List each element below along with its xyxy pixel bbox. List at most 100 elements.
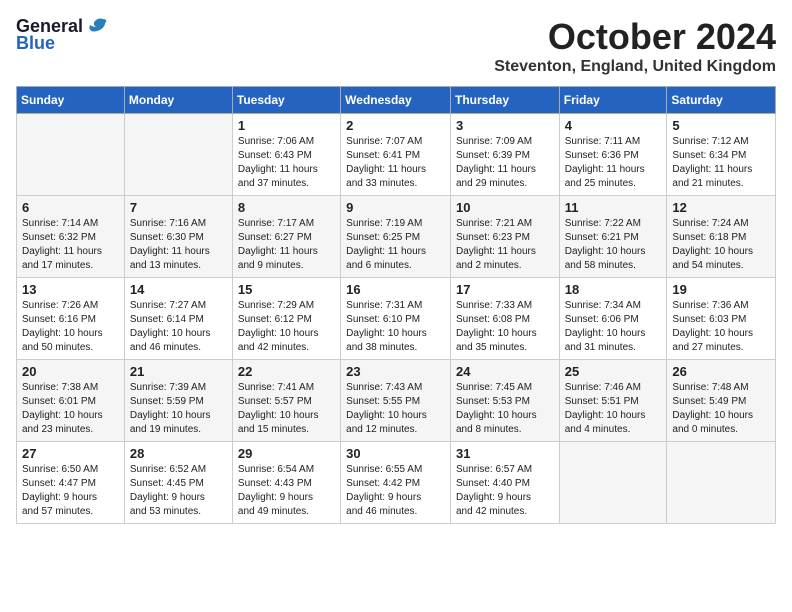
- day-detail: Sunrise: 6:50 AM Sunset: 4:47 PM Dayligh…: [22, 464, 98, 517]
- day-detail: Sunrise: 7:14 AM Sunset: 6:32 PM Dayligh…: [22, 218, 102, 271]
- day-detail: Sunrise: 7:38 AM Sunset: 6:01 PM Dayligh…: [22, 382, 103, 435]
- day-detail: Sunrise: 7:11 AM Sunset: 6:36 PM Dayligh…: [565, 136, 645, 189]
- day-detail: Sunrise: 7:07 AM Sunset: 6:41 PM Dayligh…: [346, 136, 426, 189]
- day-cell: 16 Sunrise: 7:31 AM Sunset: 6:10 PM Dayli…: [341, 278, 451, 360]
- day-number: 13: [22, 282, 119, 297]
- day-detail: Sunrise: 7:31 AM Sunset: 6:10 PM Dayligh…: [346, 300, 427, 353]
- header-monday: Monday: [124, 87, 232, 114]
- day-detail: Sunrise: 7:26 AM Sunset: 6:16 PM Dayligh…: [22, 300, 103, 353]
- day-number: 8: [238, 200, 335, 215]
- day-cell: 5 Sunrise: 7:12 AM Sunset: 6:34 PM Daylig…: [667, 114, 776, 196]
- day-number: 12: [672, 200, 770, 215]
- day-detail: Sunrise: 7:21 AM Sunset: 6:23 PM Dayligh…: [456, 218, 536, 271]
- day-cell: 8Sunrise: 7:17 AM Sunset: 6:27 PM Daylig…: [232, 196, 340, 278]
- day-number: 20: [22, 364, 119, 379]
- day-cell: 11 Sunrise: 7:22 AM Sunset: 6:21 PM Dayli…: [559, 196, 667, 278]
- day-detail: Sunrise: 6:52 AM Sunset: 4:45 PM Dayligh…: [130, 464, 206, 517]
- week-row-3: 13 Sunrise: 7:26 AM Sunset: 6:16 PM Dayli…: [17, 278, 776, 360]
- header-sunday: Sunday: [17, 87, 125, 114]
- day-number: 4: [565, 118, 662, 133]
- day-cell: 1 Sunrise: 7:06 AM Sunset: 6:43 PM Daylig…: [232, 114, 340, 196]
- day-number: 30: [346, 446, 445, 461]
- day-cell: 3Sunrise: 7:09 AM Sunset: 6:39 PM Daylig…: [450, 114, 559, 196]
- day-cell: 25 Sunrise: 7:46 AM Sunset: 5:51 PM Dayli…: [559, 360, 667, 442]
- day-detail: Sunrise: 7:36 AM Sunset: 6:03 PM Dayligh…: [672, 300, 753, 353]
- day-detail: Sunrise: 7:22 AM Sunset: 6:21 PM Dayligh…: [565, 218, 646, 271]
- day-number: 27: [22, 446, 119, 461]
- week-row-2: 6 Sunrise: 7:14 AM Sunset: 6:32 PM Daylig…: [17, 196, 776, 278]
- day-cell: 6 Sunrise: 7:14 AM Sunset: 6:32 PM Daylig…: [17, 196, 125, 278]
- location: Steventon, England, United Kingdom: [494, 58, 776, 76]
- day-detail: Sunrise: 7:34 AM Sunset: 6:06 PM Dayligh…: [565, 300, 646, 353]
- day-detail: Sunrise: 7:12 AM Sunset: 6:34 PM Dayligh…: [672, 136, 752, 189]
- logo-bird-icon: [85, 17, 107, 35]
- day-cell: 24 Sunrise: 7:45 AM Sunset: 5:53 PM Dayli…: [450, 360, 559, 442]
- day-cell: [124, 114, 232, 196]
- day-number: 1: [238, 118, 335, 133]
- day-number: 21: [130, 364, 227, 379]
- day-detail: Sunrise: 7:41 AM Sunset: 5:57 PM Dayligh…: [238, 382, 319, 435]
- day-number: 9: [346, 200, 445, 215]
- day-number: 15: [238, 282, 335, 297]
- header-wednesday: Wednesday: [341, 87, 451, 114]
- week-row-1: 1 Sunrise: 7:06 AM Sunset: 6:43 PM Daylig…: [17, 114, 776, 196]
- day-number: 11: [565, 200, 662, 215]
- day-detail: Sunrise: 6:57 AM Sunset: 4:40 PM Dayligh…: [456, 464, 532, 517]
- header-thursday: Thursday: [450, 87, 559, 114]
- day-detail: Sunrise: 7:46 AM Sunset: 5:51 PM Dayligh…: [565, 382, 646, 435]
- day-cell: 9 Sunrise: 7:19 AM Sunset: 6:25 PM Daylig…: [341, 196, 451, 278]
- day-cell: 14 Sunrise: 7:27 AM Sunset: 6:14 PM Dayli…: [124, 278, 232, 360]
- day-number: 26: [672, 364, 770, 379]
- week-row-5: 27 Sunrise: 6:50 AM Sunset: 4:47 PM Dayli…: [17, 442, 776, 524]
- day-number: 14: [130, 282, 227, 297]
- day-detail: Sunrise: 6:54 AM Sunset: 4:43 PM Dayligh…: [238, 464, 314, 517]
- day-detail: Sunrise: 7:33 AM Sunset: 6:08 PM Dayligh…: [456, 300, 537, 353]
- day-number: 23: [346, 364, 445, 379]
- day-detail: Sunrise: 7:45 AM Sunset: 5:53 PM Dayligh…: [456, 382, 537, 435]
- day-cell: 18Sunrise: 7:34 AM Sunset: 6:06 PM Dayli…: [559, 278, 667, 360]
- day-number: 7: [130, 200, 227, 215]
- day-number: 31: [456, 446, 554, 461]
- day-cell: 13 Sunrise: 7:26 AM Sunset: 6:16 PM Dayli…: [17, 278, 125, 360]
- month-title: October 2024: [494, 16, 776, 58]
- day-cell: 12 Sunrise: 7:24 AM Sunset: 6:18 PM Dayli…: [667, 196, 776, 278]
- day-number: 25: [565, 364, 662, 379]
- day-detail: Sunrise: 7:06 AM Sunset: 6:43 PM Dayligh…: [238, 136, 318, 189]
- day-cell: 17 Sunrise: 7:33 AM Sunset: 6:08 PM Dayli…: [450, 278, 559, 360]
- day-cell: 21 Sunrise: 7:39 AM Sunset: 5:59 PM Dayli…: [124, 360, 232, 442]
- day-cell: 7 Sunrise: 7:16 AM Sunset: 6:30 PM Daylig…: [124, 196, 232, 278]
- day-cell: [559, 442, 667, 524]
- header-saturday: Saturday: [667, 87, 776, 114]
- day-cell: 23 Sunrise: 7:43 AM Sunset: 5:55 PM Dayli…: [341, 360, 451, 442]
- day-cell: 30 Sunrise: 6:55 AM Sunset: 4:42 PM Dayli…: [341, 442, 451, 524]
- day-number: 2: [346, 118, 445, 133]
- day-detail: Sunrise: 7:09 AM Sunset: 6:39 PM Dayligh…: [456, 136, 536, 189]
- day-number: 5: [672, 118, 770, 133]
- day-cell: 4 Sunrise: 7:11 AM Sunset: 6:36 PM Daylig…: [559, 114, 667, 196]
- day-cell: 10 Sunrise: 7:21 AM Sunset: 6:23 PM Dayli…: [450, 196, 559, 278]
- day-cell: 2 Sunrise: 7:07 AM Sunset: 6:41 PM Daylig…: [341, 114, 451, 196]
- day-cell: 20 Sunrise: 7:38 AM Sunset: 6:01 PM Dayli…: [17, 360, 125, 442]
- day-cell: [667, 442, 776, 524]
- day-detail: Sunrise: 7:27 AM Sunset: 6:14 PM Dayligh…: [130, 300, 211, 353]
- day-cell: 27 Sunrise: 6:50 AM Sunset: 4:47 PM Dayli…: [17, 442, 125, 524]
- day-cell: 28Sunrise: 6:52 AM Sunset: 4:45 PM Dayli…: [124, 442, 232, 524]
- day-number: 6: [22, 200, 119, 215]
- header-tuesday: Tuesday: [232, 87, 340, 114]
- day-number: 16: [346, 282, 445, 297]
- day-detail: Sunrise: 7:43 AM Sunset: 5:55 PM Dayligh…: [346, 382, 427, 435]
- day-number: 29: [238, 446, 335, 461]
- day-detail: Sunrise: 6:55 AM Sunset: 4:42 PM Dayligh…: [346, 464, 422, 517]
- day-number: 17: [456, 282, 554, 297]
- calendar-table: SundayMondayTuesdayWednesdayThursdayFrid…: [16, 86, 776, 524]
- day-number: 24: [456, 364, 554, 379]
- day-number: 19: [672, 282, 770, 297]
- day-detail: Sunrise: 7:19 AM Sunset: 6:25 PM Dayligh…: [346, 218, 426, 271]
- day-detail: Sunrise: 7:24 AM Sunset: 6:18 PM Dayligh…: [672, 218, 753, 271]
- page-header: General Blue October 2024 Steventon, Eng…: [16, 16, 776, 76]
- day-detail: Sunrise: 7:39 AM Sunset: 5:59 PM Dayligh…: [130, 382, 211, 435]
- day-cell: 26Sunrise: 7:48 AM Sunset: 5:49 PM Dayli…: [667, 360, 776, 442]
- logo: General Blue: [16, 16, 107, 54]
- day-number: 10: [456, 200, 554, 215]
- day-detail: Sunrise: 7:16 AM Sunset: 6:30 PM Dayligh…: [130, 218, 210, 271]
